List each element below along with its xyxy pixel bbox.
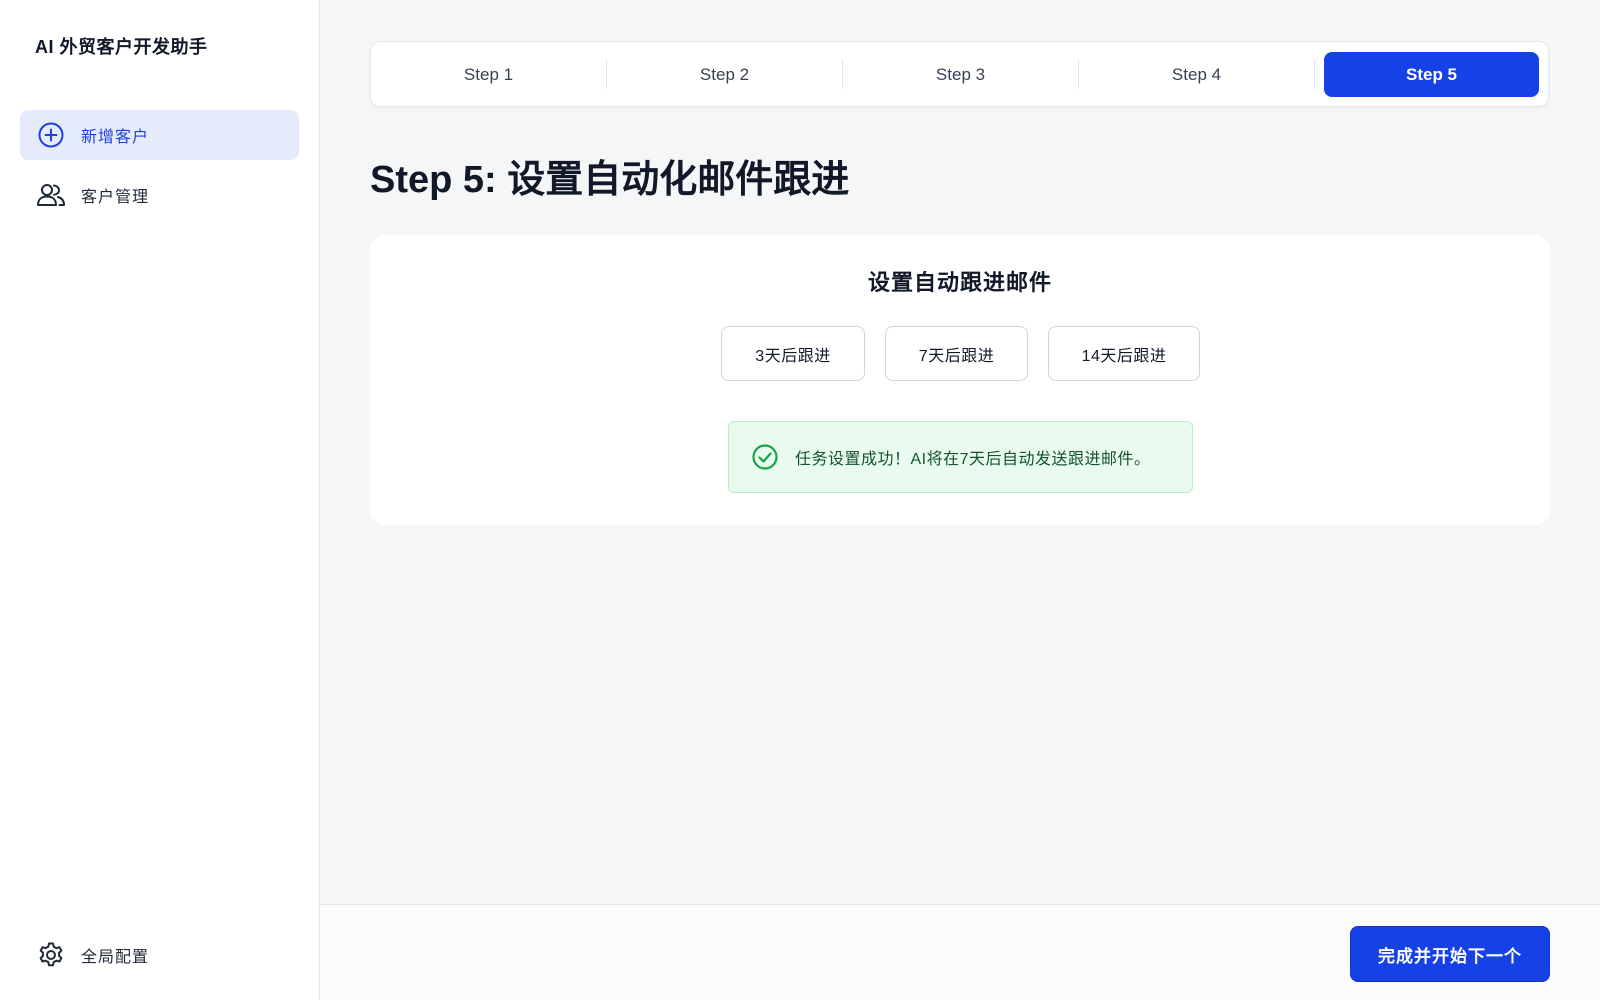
sidebar-item-global-settings[interactable]: 全局配置: [20, 930, 299, 980]
followup-3-days-button[interactable]: 3天后跟进: [721, 326, 865, 381]
followup-14-days-button[interactable]: 14天后跟进: [1048, 326, 1200, 381]
main-content: Step 1 Step 2 Step 3 Step 4 Step 5 Step …: [320, 0, 1600, 904]
footer-bar: 完成并开始下一个: [320, 904, 1600, 1000]
step-divider: [1314, 59, 1315, 89]
sidebar: AI 外贸客户开发助手 新增客户 客户管理 全局配置: [0, 0, 320, 1000]
followup-7-days-button[interactable]: 7天后跟进: [885, 326, 1028, 381]
step-1[interactable]: Step 1: [381, 52, 596, 97]
step-divider: [1078, 59, 1079, 89]
sidebar-item-client-management[interactable]: 客户管理: [20, 170, 299, 220]
finish-and-next-button[interactable]: 完成并开始下一个: [1350, 926, 1550, 982]
success-alert: 任务设置成功！AI将在7天后自动发送跟进邮件。: [728, 421, 1193, 493]
card-title: 设置自动跟进邮件: [867, 270, 1052, 295]
step-5[interactable]: Step 5: [1324, 52, 1539, 97]
sidebar-item-add-client[interactable]: 新增客户: [20, 110, 299, 160]
step-4[interactable]: Step 4: [1089, 52, 1304, 97]
page-title: Step 5: 设置自动化邮件跟进: [370, 159, 850, 201]
followup-card: 设置自动跟进邮件 3天后跟进 7天后跟进 14天后跟进 任务设置成功！AI将在7…: [370, 235, 1550, 525]
step-divider: [606, 59, 607, 89]
step-divider: [842, 59, 843, 89]
step-2[interactable]: Step 2: [617, 52, 832, 97]
sidebar-item-label: 新增客户: [81, 129, 150, 146]
plus-circle-icon: [36, 120, 66, 150]
sidebar-item-label: 全局配置: [81, 949, 150, 966]
check-circle-icon: [751, 443, 779, 471]
users-icon: [36, 180, 66, 210]
app-title: AI 外贸客户开发助手: [35, 37, 208, 57]
gear-icon: [36, 940, 66, 970]
stepper: Step 1 Step 2 Step 3 Step 4 Step 5: [370, 41, 1549, 107]
step-3[interactable]: Step 3: [853, 52, 1068, 97]
success-message: 任务设置成功！AI将在7天后自动发送跟进邮件。: [795, 451, 1151, 468]
sidebar-item-label: 客户管理: [81, 189, 150, 206]
